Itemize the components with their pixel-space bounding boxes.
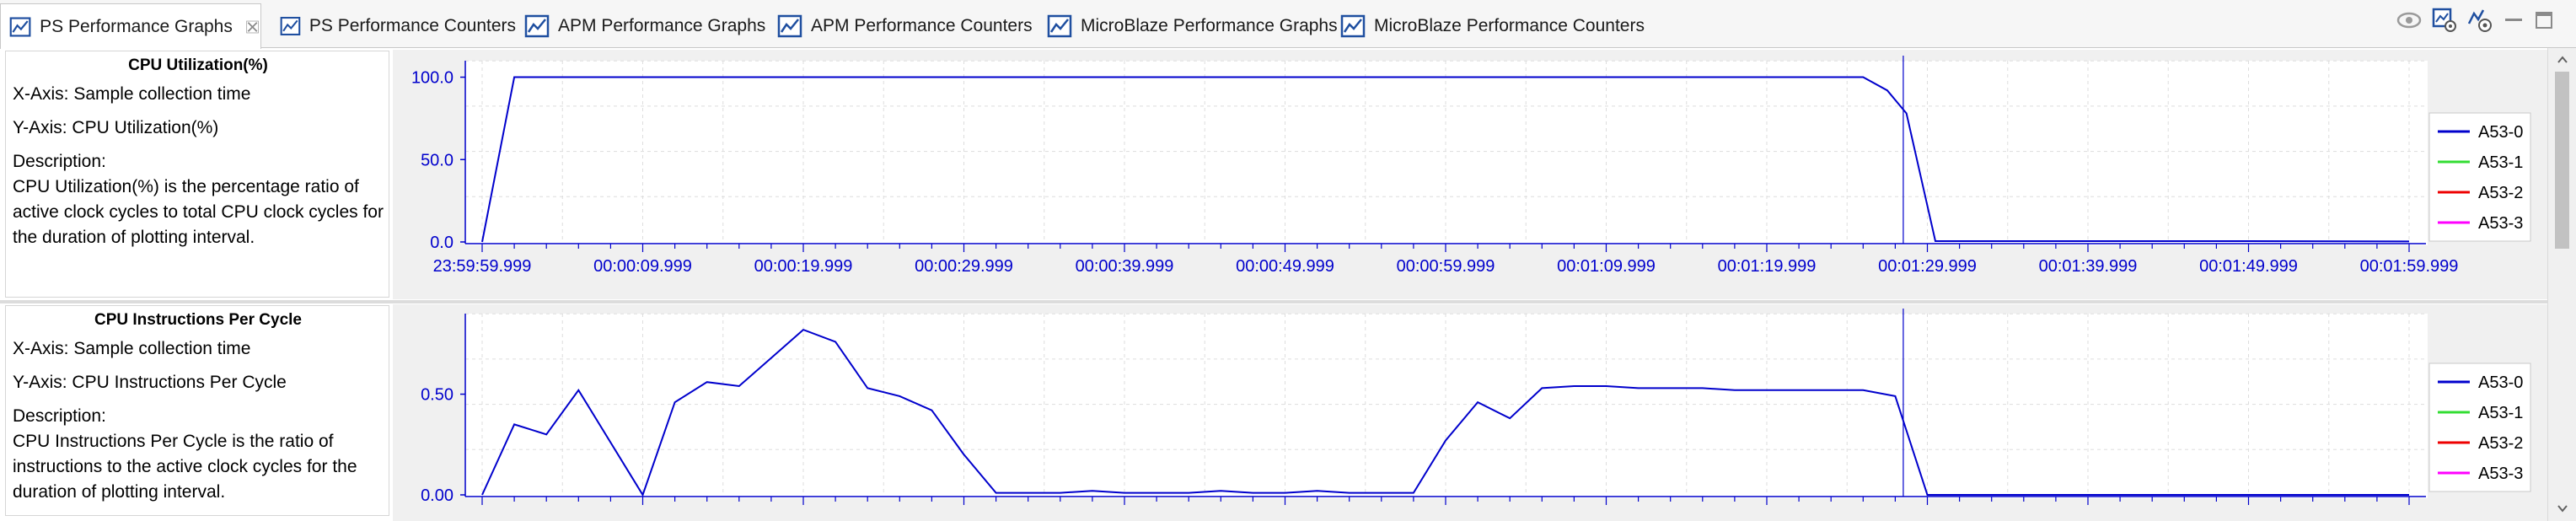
vertical-scrollbar[interactable]	[2547, 48, 2576, 521]
y-tick-label: 0.50	[421, 386, 453, 405]
tab-microblaze-performance-graphs[interactable]: MicroBlaze Performance Graphs	[1038, 3, 1339, 48]
description-label: Description:	[13, 406, 106, 426]
legend-label: A53-1	[2478, 404, 2523, 422]
x-tick-label: 00:00:49.999	[1236, 257, 1334, 276]
tab-label: MicroBlaze Performance Counters	[1374, 15, 1645, 35]
cpu-ipc-chart[interactable]: 0.00 0.50 A53-0 A53-1 A53-2 A53-3	[393, 304, 2547, 521]
legend-label: A53-2	[2478, 434, 2523, 453]
graph-icon	[524, 14, 550, 37]
graph-icon	[9, 16, 31, 37]
graph-icon	[280, 16, 301, 35]
description-text: CPU Instructions Per Cycle is the ratio …	[13, 432, 357, 502]
legend-label: A53-2	[2478, 184, 2523, 202]
eye-icon[interactable]	[2396, 7, 2423, 34]
cpu-utilization-chart[interactable]: 0.0 50.0 100.0 23:59:59.999 00:00:09.999 00:0…	[393, 50, 2547, 299]
settings-chart-icon[interactable]	[2431, 7, 2458, 34]
y-tick-label: 0.00	[421, 486, 453, 505]
y-tick-label: 0.0	[430, 234, 453, 252]
x-tick-label: 00:01:49.999	[2199, 257, 2298, 276]
y-axis-description: Y-Axis: CPU Utilization(%)	[13, 118, 219, 137]
x-tick-label: 00:00:09.999	[593, 257, 692, 276]
tab-ps-performance-graphs[interactable]: PS Performance Graphs	[0, 3, 261, 49]
legend-label: A53-3	[2478, 214, 2523, 233]
scrollbar-thumb[interactable]	[2555, 72, 2569, 249]
x-tick-label: 00:00:39.999	[1076, 257, 1174, 276]
chart-area[interactable]: 0.00 0.50 A53-0 A53-1 A53-2 A53-3	[393, 304, 2547, 521]
x-tick-label: 00:00:29.999	[915, 257, 1013, 276]
tab-apm-performance-graphs[interactable]: APM Performance Graphs	[516, 3, 769, 48]
y-tick-label: 50.0	[421, 151, 453, 169]
graph-settings-icon[interactable]	[2466, 7, 2493, 34]
description-label: Description:	[13, 152, 106, 171]
plot-background	[466, 61, 2428, 245]
legend-label: A53-1	[2478, 153, 2523, 172]
x-axis-description: X-Axis: Sample collection time	[13, 84, 251, 104]
chart-title: CPU Instructions Per Cycle	[94, 311, 303, 329]
chart-area[interactable]: 0.0 50.0 100.0 23:59:59.999 00:00:09.999 00:0…	[393, 50, 2547, 299]
tab-label: PS Performance Graphs	[40, 16, 233, 36]
chart-info-box: CPU Utilization(%) X-Axis: Sample collec…	[5, 51, 389, 298]
x-tick-label: 23:59:59.999	[433, 257, 532, 276]
graph-icon	[777, 14, 802, 37]
scroll-down-icon[interactable]	[2556, 502, 2569, 515]
tab-label: PS Performance Counters	[309, 15, 516, 35]
tab-apm-performance-counters[interactable]: APM Performance Counters	[769, 3, 1038, 48]
chart-info-box: CPU Instructions Per Cycle X-Axis: Sampl…	[5, 305, 389, 516]
description-text: CPU Utilization(%) is the percentage rat…	[13, 177, 384, 247]
graph-icon	[1047, 14, 1072, 37]
x-tick-label: 00:00:59.999	[1397, 257, 1495, 276]
x-tick-label: 00:00:19.999	[754, 257, 853, 276]
y-axis-description: Y-Axis: CPU Instructions Per Cycle	[13, 373, 287, 392]
x-tick-label: 00:01:59.999	[2360, 257, 2459, 276]
x-axis-description: X-Axis: Sample collection time	[13, 339, 251, 358]
tab-microblaze-performance-counters[interactable]: MicroBlaze Performance Counters	[1332, 3, 1652, 48]
maximize-icon[interactable]	[2530, 7, 2557, 34]
x-tick-label: 00:01:39.999	[2039, 257, 2138, 276]
close-icon[interactable]	[244, 18, 260, 36]
legend-label: A53-3	[2478, 465, 2523, 483]
tab-bar: PS Performance Graphs PS Performance Cou…	[0, 0, 2576, 49]
chart-title: CPU Utilization(%)	[128, 56, 268, 74]
plot-background	[466, 314, 2428, 498]
y-tick-label: 100.0	[411, 69, 453, 88]
legend-label: A53-0	[2478, 373, 2523, 392]
panel-divider[interactable]	[0, 300, 2547, 303]
scroll-up-icon[interactable]	[2556, 53, 2569, 67]
x-tick-label: 00:01:09.999	[1557, 257, 1656, 276]
tab-ps-performance-counters[interactable]: PS Performance Counters	[271, 3, 516, 48]
minimize-icon[interactable]	[2500, 7, 2527, 34]
tab-label: APM Performance Graphs	[558, 15, 766, 35]
x-tick-label: 00:01:29.999	[1878, 257, 1977, 276]
legend-label: A53-0	[2478, 123, 2523, 142]
tab-label: MicroBlaze Performance Graphs	[1081, 15, 1338, 35]
graph-icon	[1340, 14, 1366, 37]
x-tick-label: 00:01:19.999	[1718, 257, 1817, 276]
tab-label: APM Performance Counters	[811, 15, 1033, 35]
